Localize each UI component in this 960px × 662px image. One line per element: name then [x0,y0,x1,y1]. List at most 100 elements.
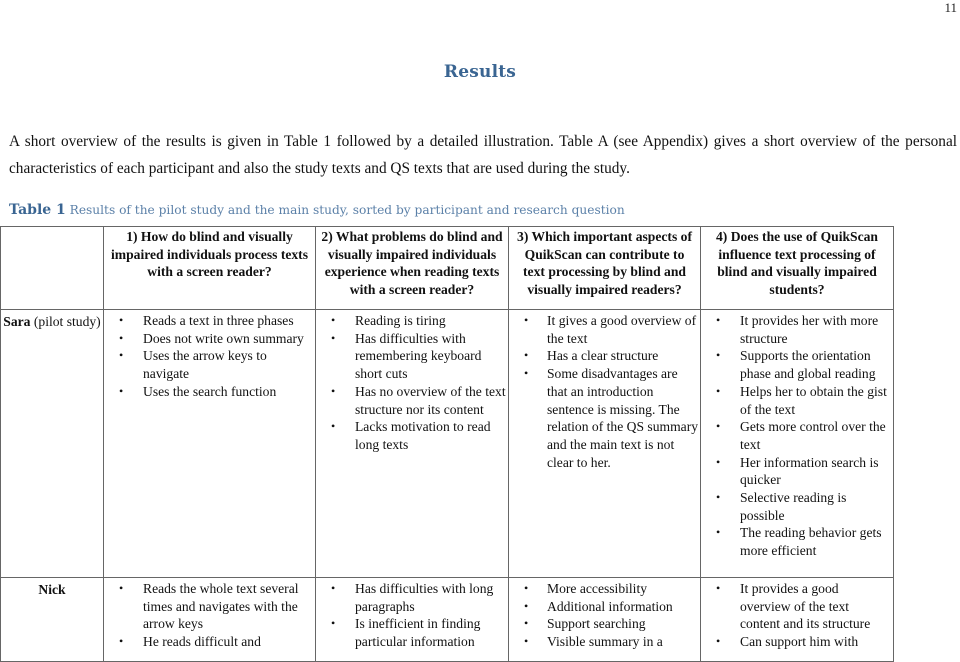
section-heading: Results [443,62,517,82]
bullet-icon: • [331,419,336,434]
bullet-icon: • [716,383,721,398]
bullet-item: • Has no overview of the text structure n… [316,383,506,418]
bullet-item: • Has difficulties with long paragraphs [316,580,506,615]
bullet-icon: • [524,313,529,327]
bullet-icon: • [716,634,721,649]
bullet-item: • Support searching [509,615,698,633]
bullet-item: • Is inefficient in finding particular in… [316,615,506,650]
bullet-list: • It provides a good overview of the text… [701,578,893,651]
bullet-icon: • [524,616,529,631]
bullet-list: • More accessibility • Additional informati… [509,578,700,651]
bullet-text: Additional information [547,598,673,614]
bullet-list: • Reading is tiring • Has difficulties with… [316,310,508,454]
bullet-item: • It gives a good overview of the text [509,312,698,347]
table-caption-text: Results of the pilot study and the main … [65,203,625,217]
bullet-icon: • [524,581,529,595]
bullet-text: Her information search is quicker [740,454,879,488]
header-cell-participant [0,226,104,310]
bullet-icon: • [119,383,124,398]
bullet-item: • More accessibility [509,580,698,598]
bullet-icon: • [716,454,721,469]
bullet-item: • Has difficulties with remembering keybo… [316,330,506,383]
question-2: 2) What problems do blind and visually i… [321,229,503,298]
bullet-icon: • [716,490,721,505]
bullet-item: • Some disadvantages are that an introduc… [509,365,698,471]
participant-cell: Sara (pilot study) [0,309,104,578]
bullet-item: • Can support him with [701,633,891,651]
bullet-text: It provides her with more structure [740,313,879,346]
bullet-item: • Does not write own summary [104,330,313,348]
bullet-item: • Reading is tiring [316,312,506,330]
header-cell-q2: 2) What problems do blind and visually i… [315,226,509,310]
bullet-icon: • [524,634,529,649]
bullet-item: • He reads difficult and [104,633,313,651]
question-1: 1) How do blind and visually impaired in… [110,229,308,280]
answer-cell-q4: • It provides a good overview of the text… [700,577,894,662]
bullet-text: Reads a text in three phases [143,313,294,328]
bullet-text: Visible summary in a [547,634,663,650]
answer-cell-q4: • It provides her with more structure • Sup… [700,309,894,578]
bullet-item: • Her information search is quicker [701,454,891,489]
bullet-text: More accessibility [547,581,648,596]
question-4: 4) Does the use of QuikScan influence te… [715,229,878,298]
question-3: 3) Which important aspects of QuikScan c… [517,229,692,298]
bullet-list: • Reads a text in three phases • Does not w… [104,310,315,401]
bullet-text: Selective reading is possible [740,490,847,523]
bullet-text: Supports the orientation phase and globa… [740,348,876,382]
participant-name: Sara [3,314,31,329]
bullet-item: • Lacks motivation to read long texts [316,418,506,453]
bullet-icon: • [119,348,124,363]
bullet-list: • Has difficulties with long paragraphs • I… [316,578,508,651]
bullet-text: Uses the search function [143,383,277,399]
bullet-item: • It provides her with more structure [701,312,891,347]
intro-paragraph: A short overview of the results is given… [9,133,957,177]
bullet-item: • Reads a text in three phases [104,312,313,330]
bullet-icon: • [119,330,124,345]
header-cell-q1: 1) How do blind and visually impaired in… [103,226,316,310]
bullet-text: Some disadvantages are that an introduct… [547,366,699,470]
answer-cell-q3: • It gives a good overview of the text • Ha… [508,309,701,578]
bullet-item: • Supports the orientation phase and glob… [701,347,891,382]
bullet-text: It provides a good overview of the text … [740,581,871,632]
table-row: Sara (pilot study) • Reads a text in thre… [0,309,894,578]
bullet-text: Has difficulties with remembering keyboa… [355,330,482,382]
participant-cell: Nick [0,577,104,662]
bullet-icon: • [716,581,721,595]
bullet-icon: • [716,348,721,363]
bullet-item: • Reads the whole text several times and … [104,580,313,633]
bullet-text: Does not write own summary [143,330,304,346]
bullet-text: Has no overview of the text structure no… [355,383,506,417]
participant-name: Nick [38,582,66,597]
bullet-text: Support searching [547,616,646,632]
bullet-text: He reads difficult and [143,634,261,650]
bullet-icon: • [119,313,124,327]
table-caption: Table 1 Results of the pilot study and t… [9,202,625,218]
bullet-item: • Uses the arrow keys to navigate [104,347,313,382]
answer-cell-q2: • Has difficulties with long paragraphs • I… [315,577,509,662]
bullet-item: • Visible summary in a [509,633,698,651]
table-header-row: 1) How do blind and visually impaired in… [0,226,894,310]
bullet-item: • Uses the search function [104,383,313,401]
bullet-item: • Selective reading is possible [701,489,891,524]
bullet-icon: • [524,348,529,363]
bullet-text: The reading behavior gets more efficient [740,525,882,559]
bullet-icon: • [331,330,336,345]
bullet-text: Reads the whole text several times and n… [143,581,299,632]
results-table: 1) How do blind and visually impaired in… [0,226,894,662]
bullet-item: • It provides a good overview of the text… [701,580,891,633]
bullet-icon: • [331,313,336,327]
bullet-icon: • [331,581,336,595]
bullet-text: Lacks motivation to read long texts [355,419,491,452]
bullet-item: • Helps her to obtain the gist of the tex… [701,383,891,418]
bullet-text: Is inefficient in finding particular inf… [355,616,481,650]
bullet-icon: • [331,383,336,398]
bullet-text: Has a clear structure [547,348,659,364]
header-cell-q4: 4) Does the use of QuikScan influence te… [700,226,894,310]
bullet-icon: • [524,366,529,381]
table-caption-label: Table 1 [9,202,66,218]
bullet-text: Helps her to obtain the gist of the text [740,383,887,417]
bullet-icon: • [716,525,721,540]
bullet-text: Gets more control over the text [740,419,886,452]
bullet-list: • It provides her with more structure • Sup… [701,310,893,560]
bullet-icon: • [119,581,124,595]
